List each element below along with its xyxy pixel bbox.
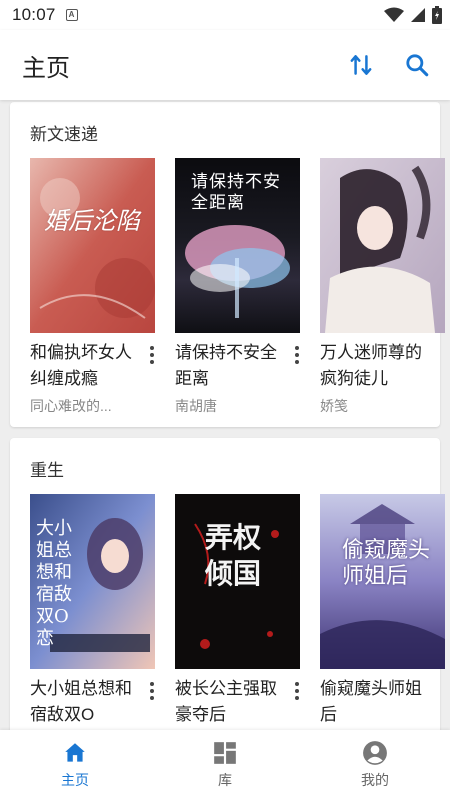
book-title: 和偏执坏女人纠缠成瘾 — [30, 343, 132, 388]
more-options-icon[interactable] — [145, 680, 159, 702]
book-row: 婚后沦陷 和偏执坏女人纠缠成瘾 同心难改的... 请保持不安全距离 请保持不安全… — [30, 158, 445, 416]
book-title: 大小姐总想和宿敌双O — [30, 679, 132, 724]
book-cover[interactable]: 弄权倾国 — [175, 494, 300, 669]
book-author: 南胡唐 — [175, 398, 217, 414]
nav-label: 主页 — [61, 772, 89, 788]
more-options-icon[interactable] — [290, 680, 304, 702]
book-row: 大小姐总想和宿敌双O恋 大小姐总想和宿敌双O 弄权倾国 被长公主强取豪夺后 偷窥… — [30, 494, 445, 730]
more-options-icon[interactable] — [145, 344, 159, 366]
search-button[interactable] — [400, 48, 434, 82]
app-actions — [344, 48, 434, 82]
book-title: 被长公主强取豪夺后 — [175, 679, 277, 724]
book-card[interactable]: 婚后沦陷 和偏执坏女人纠缠成瘾 同心难改的... — [30, 158, 155, 416]
page-title: 主页 — [22, 54, 70, 82]
nav-library[interactable]: 库 — [150, 730, 300, 800]
cover-title-text: 请保持不安全距离 — [191, 172, 281, 213]
book-card[interactable]: 偷窥魔头师姐后 偷窥魔头师姐后 — [320, 494, 445, 730]
nav-label: 我的 — [361, 772, 389, 788]
signal-icon — [411, 8, 425, 22]
status-time: 10:07 — [12, 5, 56, 24]
more-options-icon[interactable] — [290, 344, 304, 366]
cover-title-text: 婚后沦陷 — [44, 207, 140, 235]
battery-icon — [432, 6, 442, 24]
cover-title-text: 偷窥魔头师姐后 — [342, 538, 431, 589]
book-title: 偷窥魔头师姐后 — [320, 679, 422, 724]
book-card[interactable]: 请保持不安全距离 请保持不安全距离 南胡唐 — [175, 158, 300, 416]
wifi-icon — [384, 7, 404, 22]
notification-icon: A — [65, 9, 78, 21]
bottom-navigation: 主页 库 我的 — [0, 730, 450, 800]
home-feed[interactable]: 新文速递 婚后沦陷 和偏执坏女人纠缠成瘾 同心难改的... 请保持不安全距离 请… — [0, 100, 450, 730]
app-bar: 主页 — [0, 30, 450, 100]
book-cover[interactable]: 大小姐总想和宿敌双O恋 — [30, 494, 155, 669]
book-cover[interactable]: 偷窥魔头师姐后 — [320, 494, 445, 669]
sort-button[interactable] — [344, 48, 378, 82]
home-icon — [65, 743, 85, 762]
section-new-releases: 新文速递 婚后沦陷 和偏执坏女人纠缠成瘾 同心难改的... 请保持不安全距离 请… — [10, 102, 445, 427]
nav-home[interactable]: 主页 — [0, 730, 150, 800]
section-title[interactable]: 重生 — [30, 456, 64, 481]
book-card[interactable]: 弄权倾国 被长公主强取豪夺后 — [175, 494, 300, 730]
book-cover[interactable]: 请保持不安全距离 — [175, 158, 300, 333]
nav-label: 库 — [218, 772, 232, 788]
cover-title-text: 大小姐总想和宿敌双O恋 — [36, 518, 72, 649]
cover-art — [30, 158, 155, 333]
swap-vertical-icon — [350, 55, 372, 75]
cover-title-text: 弄权倾国 — [205, 521, 262, 590]
cover-art — [320, 158, 445, 333]
search-icon — [406, 54, 429, 77]
book-cover[interactable] — [320, 158, 445, 333]
book-author: 同心难改的... — [30, 398, 112, 414]
status-icons — [384, 6, 442, 24]
section-rebirth: 重生 大小姐总想和宿敌双O恋 大小姐总想和宿敌双O 弄权倾国 被长公主强取豪夺后… — [10, 438, 445, 730]
book-title: 请保持不安全距离 — [175, 343, 277, 388]
book-author: 娇笺 — [320, 398, 348, 414]
book-card[interactable]: 万人迷师尊的疯狗徒儿 娇笺 — [320, 158, 445, 416]
book-title: 万人迷师尊的疯狗徒儿 — [320, 343, 422, 388]
account-icon — [363, 741, 387, 765]
section-title[interactable]: 新文速递 — [30, 120, 98, 145]
book-card[interactable]: 大小姐总想和宿敌双O恋 大小姐总想和宿敌双O — [30, 494, 155, 730]
library-icon — [214, 742, 236, 764]
nav-profile[interactable]: 我的 — [300, 730, 450, 800]
book-cover[interactable]: 婚后沦陷 — [30, 158, 155, 333]
status-bar: 10:07 A — [0, 0, 450, 30]
